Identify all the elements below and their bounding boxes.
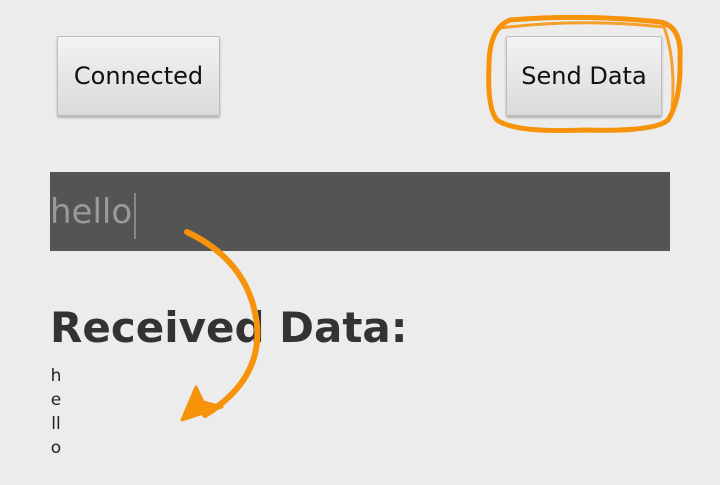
- send-data-button[interactable]: Send Data: [506, 36, 662, 116]
- connected-button[interactable]: Connected: [57, 36, 220, 116]
- message-input[interactable]: [50, 172, 670, 251]
- arrow-head-icon: [180, 385, 224, 422]
- text-cursor: [134, 193, 136, 239]
- message-input-container: [50, 172, 670, 251]
- received-data-text: hello: [50, 366, 62, 458]
- received-data-label: Received Data:: [50, 303, 408, 352]
